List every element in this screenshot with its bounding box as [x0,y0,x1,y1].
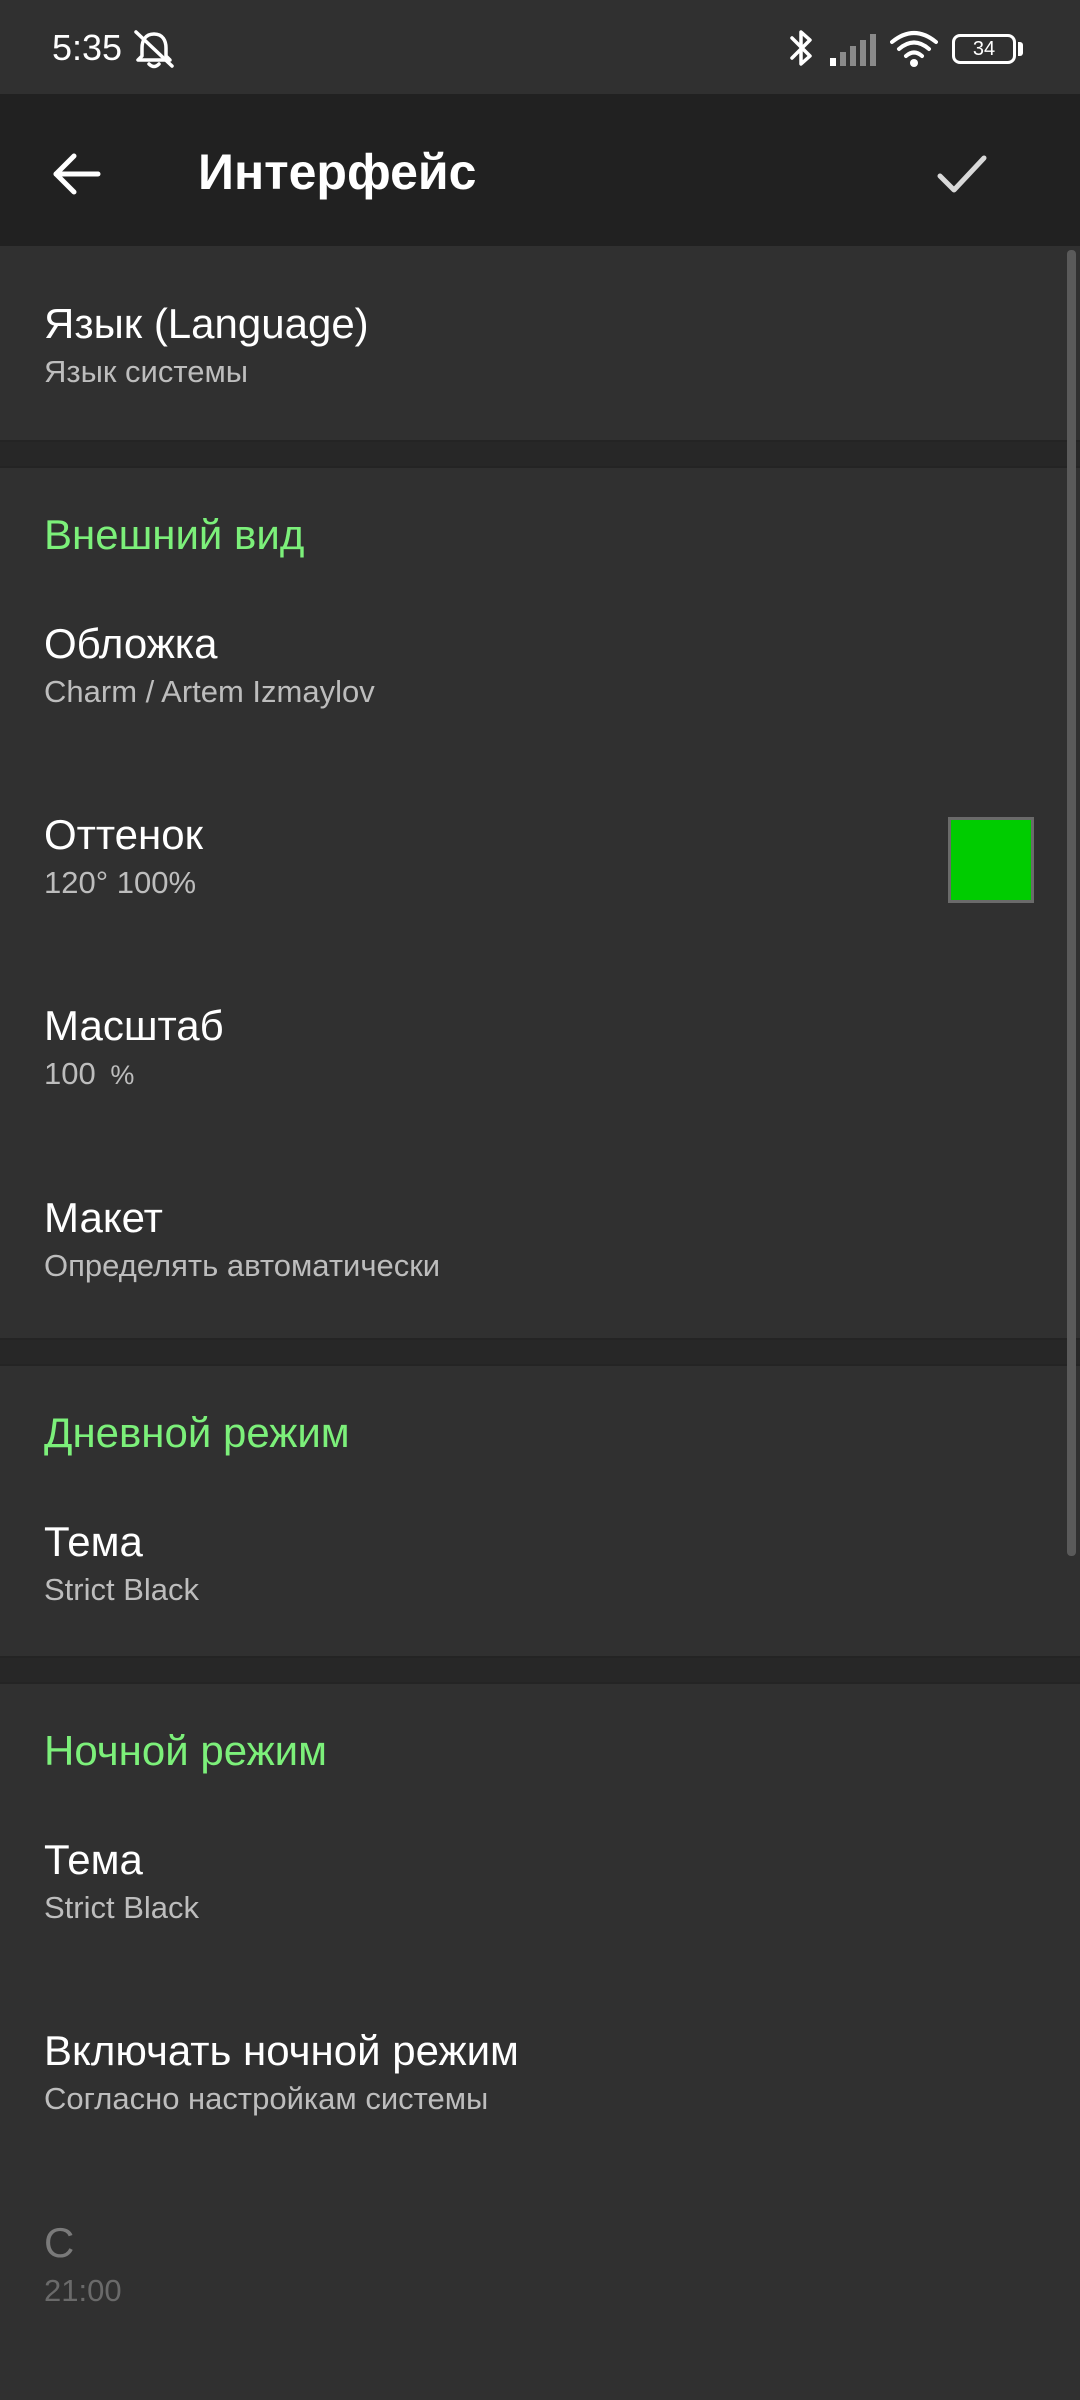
tint-value: 120° 100% [44,865,197,900]
night-enable-value: Согласно настройкам системы [44,2081,489,2116]
back-button[interactable] [36,134,116,214]
confirm-button[interactable] [922,134,1002,214]
cover-item[interactable]: Обложка Charm / Artem Izmaylov [0,618,1060,768]
arrow-left-icon [53,153,101,195]
language-title: Язык (Language) [44,300,369,347]
night-from-title: С [44,2219,75,2266]
layout-title: Макет [44,1194,163,1241]
tint-color-swatch[interactable] [948,817,1034,903]
battery-tip [1018,42,1023,56]
scale-item[interactable]: Масштаб 100 % [0,1000,1060,1150]
layout-value: Определять автоматически [44,1248,441,1283]
layout-item[interactable]: Макет Определять автоматически [0,1192,1060,1342]
day-mode-header: Дневной режим [44,1409,350,1456]
status-time: 5:35 [52,27,123,68]
section-divider [0,440,1080,468]
day-mode-section: Дневной режим Тема Strict Black [0,1366,1080,1656]
wifi-icon [890,31,938,67]
signal-icon [830,34,876,66]
tint-item[interactable]: Оттенок 120° 100% [0,809,1060,959]
scale-title: Масштаб [44,1002,224,1049]
night-mode-section: Ночной режим Тема Strict Black Включать … [0,1684,1080,2400]
bluetooth-icon [790,30,812,66]
scrollbar[interactable] [1067,250,1076,1556]
settings-list[interactable]: Язык (Language) Язык системы Внешний вид… [0,246,1080,2400]
night-theme-item[interactable]: Тема Strict Black [0,1834,1060,1984]
scale-value: 100 [44,1056,96,1091]
night-theme-title: Тема [44,1836,143,1883]
language-section: Язык (Language) Язык системы [0,246,1080,440]
scale-value-row: 100 % [44,1054,134,1095]
cover-title: Обложка [44,620,218,667]
appearance-section: Внешний вид Обложка Charm / Artem Izmayl… [0,468,1080,1338]
night-theme-value: Strict Black [44,1890,200,1925]
language-item[interactable]: Язык (Language) Язык системы [0,298,1060,448]
scale-unit: % [110,1060,135,1090]
day-theme-title: Тема [44,1518,143,1565]
day-theme-value: Strict Black [44,1572,200,1607]
night-from-value: 21:00 [44,2273,122,2308]
night-enable-item[interactable]: Включать ночной режим Согласно настройка… [0,2025,1060,2175]
page-title: Интерфейс [198,144,477,200]
toolbar: Интерфейс [0,94,1080,246]
day-theme-item[interactable]: Тема Strict Black [0,1516,1060,1666]
battery-icon: 34 [952,34,1016,64]
alarm-off-icon [134,30,174,69]
night-from-item: С 21:00 [0,2217,1060,2367]
section-divider [0,1338,1080,1366]
settings-screen: 5:35 34 Интерфейс Язык (Language) Язык с… [0,0,1080,2400]
status-bar: 5:35 34 [0,0,1080,94]
night-enable-title: Включать ночной режим [44,2027,519,2074]
appearance-header: Внешний вид [44,511,305,558]
language-value: Язык системы [44,354,249,389]
section-divider [0,1656,1080,1684]
check-icon [937,155,987,193]
night-mode-header: Ночной режим [44,1727,328,1774]
tint-title: Оттенок [44,811,203,858]
cover-value: Charm / Artem Izmaylov [44,674,375,709]
